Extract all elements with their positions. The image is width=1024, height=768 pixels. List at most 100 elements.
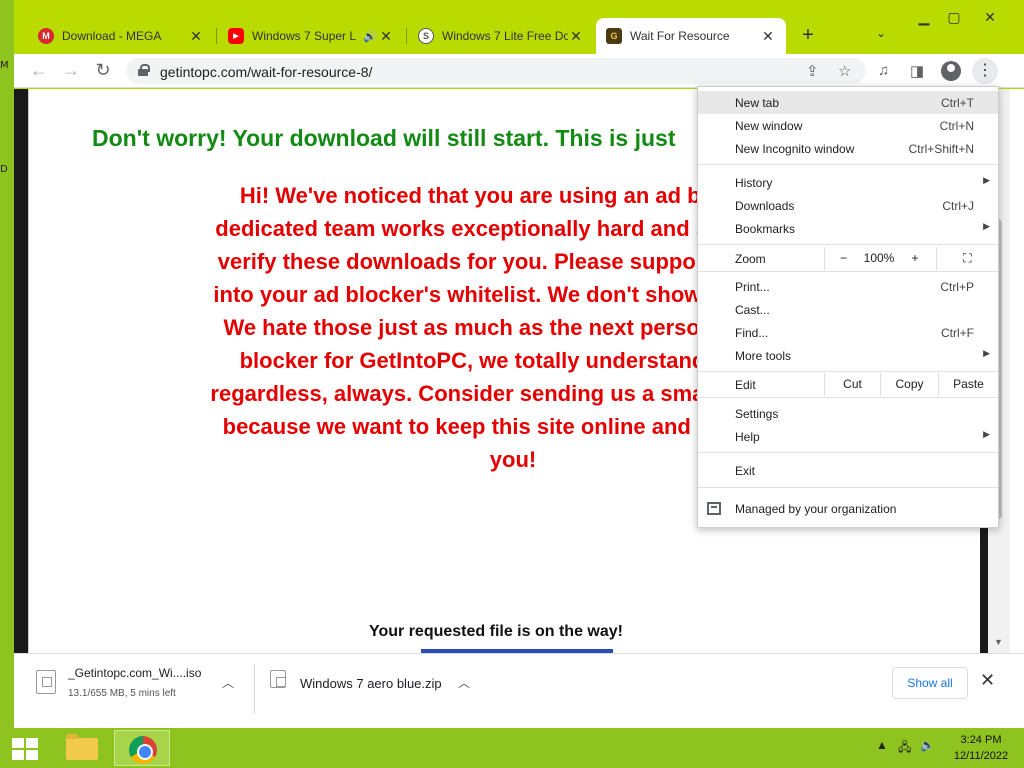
file-icon bbox=[36, 670, 56, 694]
menu-label: Exit bbox=[735, 464, 756, 478]
menu-label: Help bbox=[735, 430, 760, 444]
tab-divider bbox=[216, 28, 217, 44]
menu-item-print[interactable]: Print... Ctrl+P bbox=[698, 275, 998, 298]
new-tab-button[interactable]: + bbox=[796, 24, 820, 48]
show-all-button[interactable]: Show all bbox=[892, 667, 968, 699]
close-window-icon[interactable]: ✕ bbox=[980, 10, 1000, 26]
menu-label: Managed by your organization bbox=[735, 502, 897, 516]
menu-item-new-window[interactable]: New window Ctrl+N bbox=[698, 114, 998, 137]
tab-mega[interactable]: M Download - MEGA ✕ bbox=[28, 20, 214, 52]
close-tab-icon[interactable]: ✕ bbox=[568, 28, 584, 45]
url-text[interactable]: getintopc.com/wait-for-resource-8/ bbox=[160, 64, 372, 80]
reload-icon[interactable]: ↻ bbox=[92, 60, 114, 82]
zoom-in-button[interactable]: + bbox=[896, 247, 934, 270]
windows-start-icon[interactable] bbox=[12, 738, 38, 760]
media-control-icon[interactable]: ♫ bbox=[878, 62, 889, 79]
zoom-out-button[interactable]: − bbox=[824, 247, 862, 270]
menu-shortcut: Ctrl+Shift+N bbox=[908, 142, 974, 156]
fullscreen-icon[interactable]: ⛶ bbox=[936, 247, 998, 270]
tab-title: Download - MEGA bbox=[62, 29, 162, 43]
back-arrow-icon[interactable]: ← bbox=[28, 60, 50, 82]
download-item[interactable]: _Getintopc.com_Wi....iso 13.1/655 MB, 5 … bbox=[30, 664, 250, 716]
profile-avatar-icon[interactable] bbox=[941, 61, 961, 81]
tab-title: Wait For Resource bbox=[630, 29, 730, 43]
menu-item-zoom: Zoom − 100% + ⛶ bbox=[698, 247, 998, 270]
audio-icon[interactable]: 🔊 bbox=[362, 30, 378, 43]
cut-button[interactable]: Cut bbox=[824, 373, 880, 396]
menu-item-find[interactable]: Find... Ctrl+F bbox=[698, 321, 998, 344]
side-panel-icon[interactable]: ◨ bbox=[910, 62, 924, 80]
menu-label: History bbox=[735, 176, 773, 190]
download-filename: _Getintopc.com_Wi....iso bbox=[68, 666, 202, 680]
menu-item-help[interactable]: Help ▶ bbox=[698, 425, 998, 448]
menu-separator bbox=[698, 371, 998, 372]
bookmark-star-icon[interactable]: ☆ bbox=[838, 62, 851, 80]
menu-item-bookmarks[interactable]: Bookmarks ▶ bbox=[698, 217, 998, 240]
menu-label: Bookmarks bbox=[735, 222, 796, 236]
paste-button[interactable]: Paste bbox=[938, 373, 998, 396]
menu-label: New Incognito window bbox=[735, 142, 855, 156]
mega-icon: M bbox=[38, 28, 54, 44]
menu-separator bbox=[698, 271, 998, 272]
menu-label: More tools bbox=[735, 349, 792, 363]
file-explorer-taskbar-button[interactable] bbox=[54, 730, 110, 766]
minimize-icon[interactable]: ▁ bbox=[914, 10, 934, 26]
menu-item-more-tools[interactable]: More tools ▶ bbox=[698, 344, 998, 367]
address-bar[interactable]: getintopc.com/wait-for-resource-8/ ⇪ ☆ bbox=[126, 58, 866, 84]
share-icon[interactable]: ⇪ bbox=[806, 62, 819, 80]
menu-item-settings[interactable]: Settings bbox=[698, 402, 998, 425]
menu-separator bbox=[698, 487, 998, 488]
building-icon bbox=[707, 502, 721, 515]
download-status: 13.1/655 MB, 5 mins left bbox=[68, 688, 176, 699]
tab-windows7-lite[interactable]: S Windows 7 Lite Free Do ✕ bbox=[408, 20, 594, 52]
submenu-arrow-icon: ▶ bbox=[983, 429, 990, 439]
zoom-level: 100% bbox=[863, 251, 895, 265]
volume-icon[interactable]: 🔈 bbox=[920, 738, 935, 752]
menu-shortcut: Ctrl+N bbox=[939, 119, 974, 133]
menu-item-edit: Edit Cut Copy Paste bbox=[698, 373, 998, 396]
taskbar-clock[interactable]: 3:24 PM 12/11/2022 bbox=[946, 732, 1016, 764]
maximize-icon[interactable]: ▢ bbox=[944, 10, 964, 26]
close-tab-icon[interactable]: ✕ bbox=[188, 28, 204, 45]
download-filename: Windows 7 aero blue.zip bbox=[300, 676, 442, 691]
folder-icon bbox=[66, 734, 98, 760]
close-shelf-icon[interactable]: ✕ bbox=[980, 670, 995, 691]
clock-date: 12/11/2022 bbox=[953, 750, 1009, 762]
menu-kebab-icon[interactable]: ⋮ bbox=[972, 58, 998, 84]
menu-label: New window bbox=[735, 119, 803, 133]
tab-strip: M Download - MEGA ✕ ▶ Windows 7 Super L … bbox=[14, 0, 1024, 56]
menu-item-new-incognito[interactable]: New Incognito window Ctrl+Shift+N bbox=[698, 137, 998, 160]
menu-item-managed[interactable]: Managed by your organization bbox=[698, 497, 998, 520]
copy-button[interactable]: Copy bbox=[880, 373, 938, 396]
menu-separator bbox=[698, 452, 998, 453]
zip-file-icon bbox=[270, 670, 286, 688]
tab-youtube[interactable]: ▶ Windows 7 Super L 🔊 ✕ bbox=[218, 20, 404, 52]
menu-shortcut: Ctrl+T bbox=[941, 96, 974, 110]
chrome-taskbar-button[interactable] bbox=[114, 730, 170, 766]
menu-item-exit[interactable]: Exit bbox=[698, 459, 998, 482]
menu-separator bbox=[698, 164, 998, 165]
menu-item-cast[interactable]: Cast... bbox=[698, 298, 998, 321]
menu-shortcut: Ctrl+P bbox=[940, 280, 974, 294]
menu-label: Downloads bbox=[735, 199, 795, 213]
menu-label: Cast... bbox=[735, 303, 770, 317]
submenu-arrow-icon: ▶ bbox=[983, 348, 990, 358]
menu-item-new-tab[interactable]: New tab Ctrl+T bbox=[698, 91, 998, 114]
chevron-up-icon[interactable]: ︿ bbox=[222, 674, 234, 691]
tab-search-chevron-icon[interactable]: ⌄ bbox=[876, 26, 886, 40]
close-tab-icon[interactable]: ✕ bbox=[760, 28, 776, 45]
chevron-up-icon[interactable]: ︿ bbox=[458, 674, 470, 691]
download-item[interactable]: Windows 7 aero blue.zip ︿ bbox=[268, 664, 478, 716]
menu-item-downloads[interactable]: Downloads Ctrl+J bbox=[698, 194, 998, 217]
close-tab-icon[interactable]: ✕ bbox=[378, 28, 394, 45]
tray-chevron-up-icon[interactable]: ▲ bbox=[876, 738, 888, 752]
forward-arrow-icon[interactable]: → bbox=[60, 60, 82, 82]
desktop-edge: M D bbox=[0, 0, 14, 728]
scroll-down-icon[interactable]: ▼ bbox=[994, 637, 1003, 647]
menu-item-history[interactable]: History ▶ bbox=[698, 171, 998, 194]
tab-wait-for-resource[interactable]: G Wait For Resource ✕ bbox=[596, 18, 786, 54]
lock-icon[interactable] bbox=[138, 64, 150, 76]
network-icon[interactable]: 🖧 bbox=[898, 738, 911, 759]
clock-time: 3:24 PM bbox=[960, 734, 1002, 746]
menu-label: New tab bbox=[735, 96, 780, 110]
